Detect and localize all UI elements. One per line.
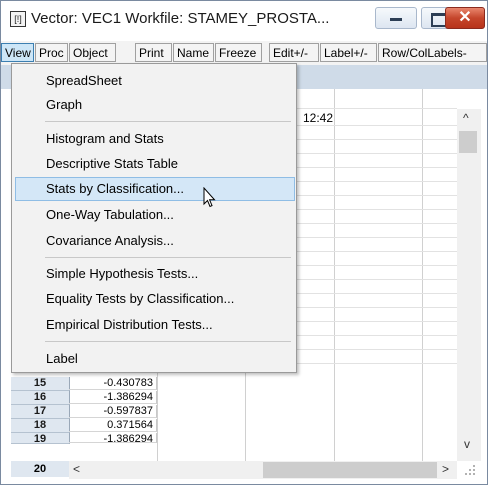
- grid-row-line: [297, 209, 457, 210]
- table-cell[interactable]: -1.386294: [69, 433, 157, 443]
- vector-window: [!] Vector: VEC1 Workfile: STAMEY_PROSTA…: [0, 0, 488, 485]
- menu-item-stats-by-classification[interactable]: Stats by Classification...: [15, 177, 295, 201]
- app-icon[interactable]: [!]: [10, 11, 26, 27]
- row-header[interactable]: 20: [11, 461, 70, 477]
- toolbar: View Proc Object Print Name Freeze Edit+…: [1, 41, 487, 65]
- scroll-right-arrow-icon[interactable]: >: [442, 462, 449, 476]
- grid-row-line: [297, 349, 457, 350]
- grid-column-line: [422, 89, 423, 461]
- row-header[interactable]: 17: [11, 405, 70, 419]
- name-button[interactable]: Name: [173, 43, 214, 62]
- menu-item-spreadsheet[interactable]: SpreadSheet: [15, 69, 295, 93]
- row-col-labels-button[interactable]: Row/ColLabels-: [378, 43, 487, 62]
- view-dropdown-menu: SpreadSheet Graph Histogram and Stats De…: [11, 63, 297, 373]
- table-cell[interactable]: -0.597837: [69, 405, 157, 418]
- vertical-scrollbar[interactable]: [457, 109, 481, 461]
- minimize-icon: [390, 18, 402, 21]
- menu-item-one-way-tabulation[interactable]: One-Way Tabulation...: [15, 203, 295, 227]
- horizontal-scroll-thumb[interactable]: [263, 462, 437, 478]
- menu-item-histogram-and-stats[interactable]: Histogram and Stats: [15, 127, 295, 151]
- row-header[interactable]: 19: [11, 433, 70, 444]
- menu-item-graph[interactable]: Graph: [15, 93, 295, 117]
- close-icon: ✕: [458, 9, 472, 26]
- row-header[interactable]: 16: [11, 391, 70, 405]
- menu-separator: [45, 121, 291, 122]
- scroll-left-arrow-icon[interactable]: <: [73, 462, 80, 476]
- proc-button[interactable]: Proc: [35, 43, 68, 62]
- table-cell[interactable]: -1.386294: [69, 391, 157, 404]
- menu-separator: [45, 341, 291, 342]
- minimize-button[interactable]: [375, 7, 417, 29]
- scroll-up-arrow-icon[interactable]: ^: [463, 111, 469, 125]
- object-button[interactable]: Object: [69, 43, 116, 62]
- grid-row-line: [297, 153, 457, 154]
- grid-row-line: [297, 167, 457, 168]
- grid-row-line: [297, 108, 457, 109]
- grid-row-line: [297, 279, 457, 280]
- title-bar[interactable]: [!] Vector: VEC1 Workfile: STAMEY_PROSTA…: [1, 1, 487, 35]
- label-toggle-button[interactable]: Label+/-: [320, 43, 377, 62]
- grid-row-line: [297, 223, 457, 224]
- grid-row-line: [297, 195, 457, 196]
- header-time-cell: 12:42: [303, 111, 334, 125]
- menu-item-descriptive-stats-table[interactable]: Descriptive Stats Table: [15, 152, 295, 176]
- edit-toggle-button[interactable]: Edit+/-: [269, 43, 319, 62]
- menu-item-equality-tests-by-classification[interactable]: Equality Tests by Classification...: [15, 287, 295, 311]
- resize-grip-icon[interactable]: [463, 463, 481, 481]
- grid-row-line: [297, 139, 457, 140]
- grid-row-line: [297, 181, 457, 182]
- grid-row-line: [297, 335, 457, 336]
- print-button[interactable]: Print: [135, 43, 172, 62]
- freeze-button[interactable]: Freeze: [215, 43, 262, 62]
- grid-row-line: [297, 251, 457, 252]
- grid-row-line: [297, 125, 457, 126]
- mouse-pointer-icon: [203, 187, 216, 208]
- grid-row-line: [297, 293, 457, 294]
- close-button[interactable]: ✕: [445, 7, 485, 29]
- menu-separator: [45, 257, 291, 258]
- grid-row-line: [297, 321, 457, 322]
- table-cell[interactable]: -0.430783: [69, 377, 157, 390]
- row-header[interactable]: 18: [11, 419, 70, 433]
- scroll-down-arrow-icon[interactable]: v: [464, 437, 470, 451]
- vertical-scroll-thumb[interactable]: [459, 131, 477, 153]
- menu-item-empirical-distribution-tests[interactable]: Empirical Distribution Tests...: [15, 313, 295, 337]
- table-cell[interactable]: 0.371564: [69, 419, 157, 432]
- grid-row-line: [297, 265, 457, 266]
- menu-item-covariance-analysis[interactable]: Covariance Analysis...: [15, 229, 295, 253]
- grid-row-line: [297, 363, 457, 364]
- menu-item-label[interactable]: Label: [15, 347, 295, 371]
- row-header[interactable]: 15: [11, 377, 70, 391]
- grid-column-line: [334, 89, 335, 461]
- resize-grip-dots: [465, 465, 475, 475]
- view-button[interactable]: View: [1, 43, 34, 62]
- menu-item-simple-hypothesis-tests[interactable]: Simple Hypothesis Tests...: [15, 262, 295, 286]
- grid-row-line: [297, 307, 457, 308]
- grid-row-line: [297, 237, 457, 238]
- window-title: Vector: VEC1 Workfile: STAMEY_PROSTA...: [31, 10, 330, 27]
